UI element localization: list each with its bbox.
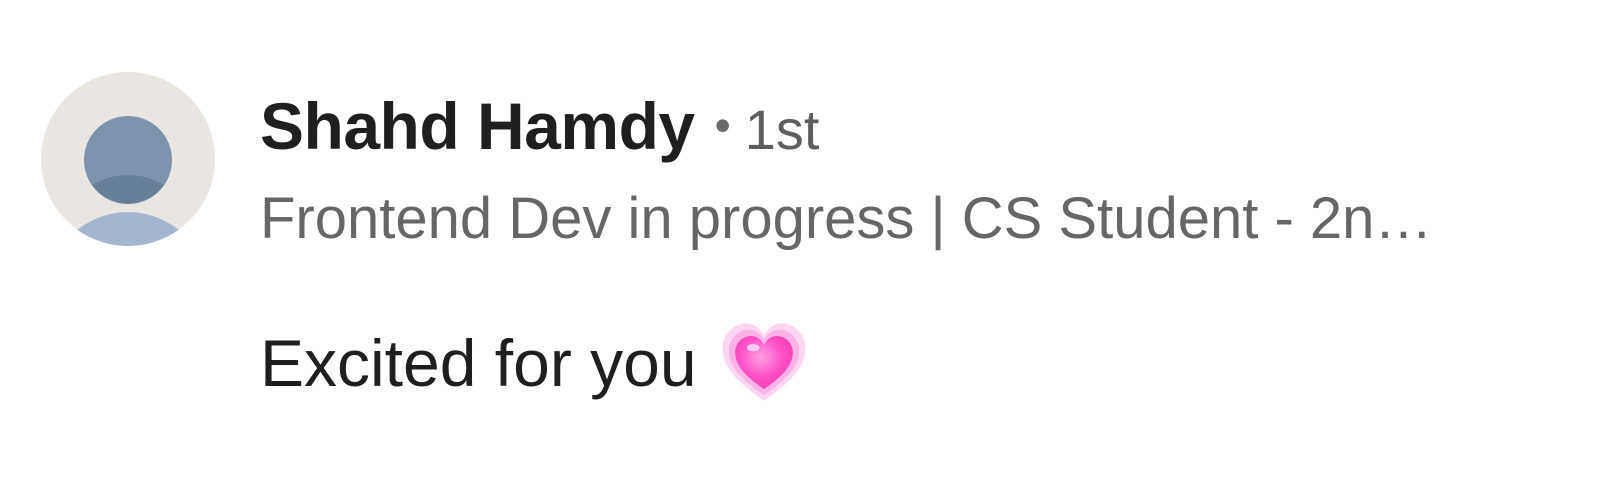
person-avatar-icon [41, 72, 215, 246]
comment-body: Excited for you [260, 326, 697, 400]
comment-author-line: Shahd Hamdy • 1st [260, 88, 819, 178]
author-name[interactable]: Shahd Hamdy [260, 88, 695, 164]
avatar[interactable] [41, 72, 215, 246]
comment-item: Shahd Hamdy • 1st Frontend Dev in progre… [0, 0, 1600, 504]
connection-degree: 1st [744, 98, 820, 161]
comment-text-line: Excited for you [260, 318, 809, 408]
separator-dot: • [714, 99, 731, 151]
author-headline: Frontend Dev in progress | CS Student - … [260, 186, 1433, 251]
growing-heart-icon [719, 318, 809, 408]
